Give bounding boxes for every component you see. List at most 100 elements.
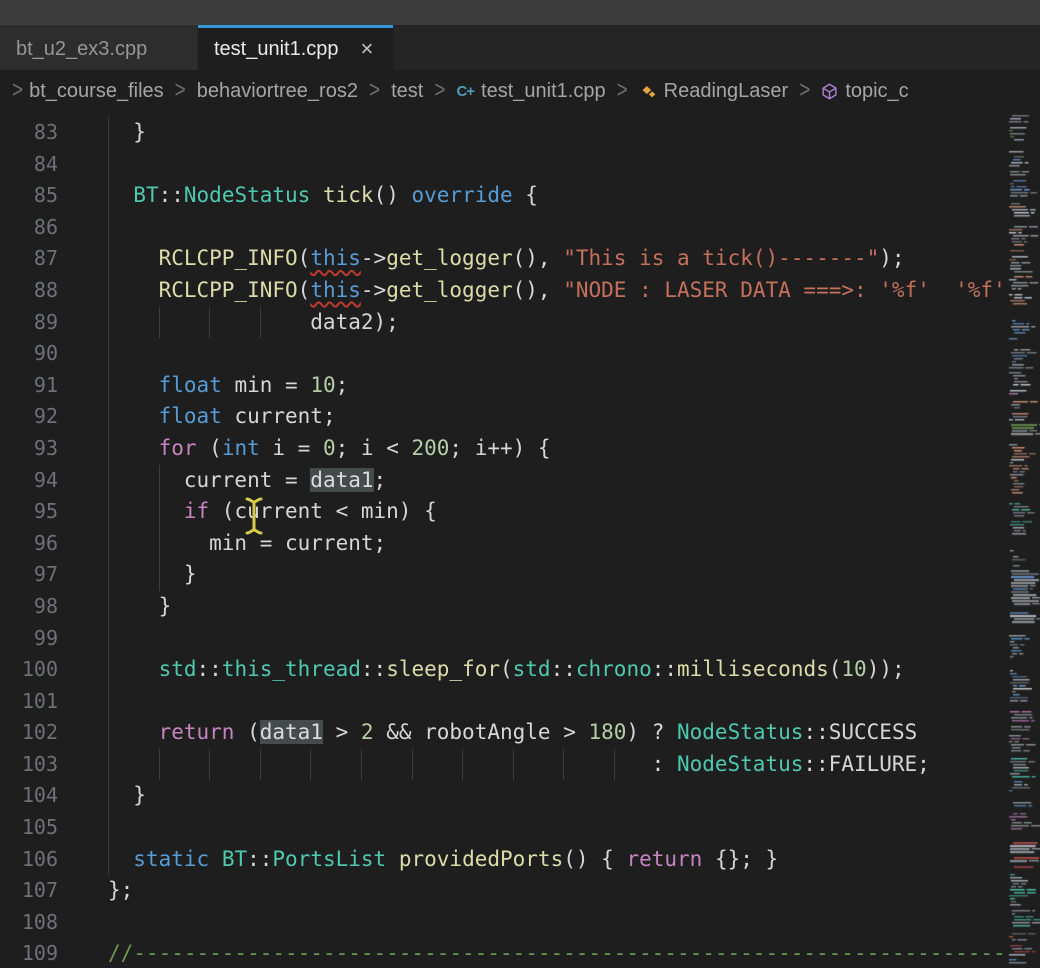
line-number: 107 [0, 875, 58, 907]
namespace-icon [821, 83, 838, 100]
line-number: 97 [0, 559, 58, 591]
code-token: :: [159, 183, 184, 207]
code-token [108, 183, 133, 207]
code-token: return [626, 847, 702, 871]
indent-guide [159, 465, 160, 497]
code-line: 84 [0, 149, 1040, 181]
code-token: get_logger [386, 278, 512, 302]
code-line: 102 return (data1 > 2 && robotAngle > 18… [0, 717, 1040, 749]
code-line: 85 BT::NodeStatus tick() override { [0, 180, 1040, 212]
code-token [108, 404, 159, 428]
code-token: :: [361, 657, 386, 681]
code-token: min = [222, 373, 311, 397]
code-line: 90 [0, 338, 1040, 370]
code-token: float [159, 404, 222, 428]
close-icon[interactable]: × [361, 39, 374, 59]
code-token: }; [108, 878, 133, 902]
indent-guide [108, 686, 109, 718]
code-token: (), [513, 246, 564, 270]
code-token: 0 [323, 436, 336, 460]
code-token: { [513, 183, 538, 207]
code-token: ( [197, 436, 222, 460]
window-titlebar [0, 0, 1040, 25]
indent-guide [159, 496, 160, 528]
line-number: 86 [0, 212, 58, 244]
indent-guide [108, 401, 109, 433]
tab-test_unit1.cpp[interactable]: test_unit1.cpp × [198, 25, 393, 70]
indent-guide [108, 212, 109, 244]
code-token: milliseconds [677, 657, 829, 681]
breadcrumb-item-bt_course_files[interactable]: bt_course_files [29, 80, 164, 103]
indent-guide [108, 307, 109, 339]
minimap[interactable] [1008, 112, 1040, 968]
tab-label: bt_u2_ex3.cpp [16, 38, 147, 61]
chevron-right-icon: > [434, 77, 445, 105]
indent-guide [108, 243, 109, 275]
breadcrumb-item-test[interactable]: test [391, 80, 423, 103]
code-token: i = [260, 436, 323, 460]
line-number: 90 [0, 338, 58, 370]
code-editor[interactable]: 83 }8485 BT::NodeStatus tick() override … [0, 112, 1040, 968]
indent-guide [614, 749, 615, 781]
line-number: 87 [0, 243, 58, 275]
code-token: RCLCPP_INFO [159, 278, 298, 302]
code-token: PortsList [272, 847, 386, 871]
code-token: () { [563, 847, 626, 871]
indent-guide [412, 749, 413, 781]
indent-guide [159, 528, 160, 560]
code-token: "NODE : LASER DATA ===>: '%f' '%f'" [563, 278, 1018, 302]
code-token: tick [323, 183, 374, 207]
code-token: ; i < [336, 436, 412, 460]
breadcrumb-item-test_unit1.cpp[interactable]: C+test_unit1.cpp [456, 80, 605, 103]
code-token: -> [361, 278, 386, 302]
chevron-right-icon: > [617, 77, 628, 105]
indent-guide [513, 749, 514, 781]
line-number: 109 [0, 938, 58, 968]
code-token: return [159, 720, 235, 744]
breadcrumb-item-ReadingLaser[interactable]: ReadingLaser [639, 80, 789, 103]
code-line: 100 std::this_thread::sleep_for(std::chr… [0, 654, 1040, 686]
line-number: 102 [0, 717, 58, 749]
code-token [108, 436, 159, 460]
code-token: float [159, 373, 222, 397]
code-token: current = [108, 468, 310, 492]
tab-label: test_unit1.cpp [214, 38, 339, 61]
indent-guide [108, 465, 109, 497]
code-line: 97 } [0, 559, 1040, 591]
tab-bt_u2_ex3.cpp[interactable]: bt_u2_ex3.cpp [0, 25, 197, 70]
code-token [209, 847, 222, 871]
indent-guide [159, 749, 160, 781]
code-token: NodeStatus [677, 720, 803, 744]
code-token: 200 [411, 436, 449, 460]
line-number: 94 [0, 465, 58, 497]
code-line: 87 RCLCPP_INFO(this->get_logger(), "This… [0, 243, 1040, 275]
code-line: 89 data2); [0, 307, 1040, 339]
code-token: BT [133, 183, 158, 207]
line-number: 85 [0, 180, 58, 212]
code-line: 91 float min = 10; [0, 370, 1040, 402]
indent-guide [310, 749, 311, 781]
indent-guide [108, 180, 109, 212]
code-token: this_thread [222, 657, 361, 681]
code-token [108, 657, 159, 681]
code-line: 88 RCLCPP_INFO(this->get_logger(), "NODE… [0, 275, 1040, 307]
chevron-right-icon: > [12, 77, 23, 105]
code-token [108, 246, 159, 270]
breadcrumb-label: topic_c [845, 80, 908, 103]
code-token: ); [879, 246, 904, 270]
code-line: 101 [0, 686, 1040, 718]
code-token: 180 [588, 720, 626, 744]
indent-guide [108, 433, 109, 465]
code-token [108, 278, 159, 302]
code-line: 96 min = current; [0, 528, 1040, 560]
editor-tab-bar: bt_u2_ex3.cpp test_unit1.cpp × [0, 25, 1040, 70]
code-token: {}; } [702, 847, 778, 871]
code-lines[interactable]: 83 }8485 BT::NodeStatus tick() override … [0, 117, 1040, 968]
breadcrumb-item-topic_c[interactable]: topic_c [821, 80, 908, 103]
chevron-right-icon: > [799, 77, 810, 105]
breadcrumb-item-behaviortree_ros2[interactable]: behaviortree_ros2 [197, 80, 358, 103]
indent-guide [108, 591, 109, 623]
chevron-right-icon: > [369, 77, 380, 105]
indent-guide [462, 749, 463, 781]
indent-guide [108, 496, 109, 528]
